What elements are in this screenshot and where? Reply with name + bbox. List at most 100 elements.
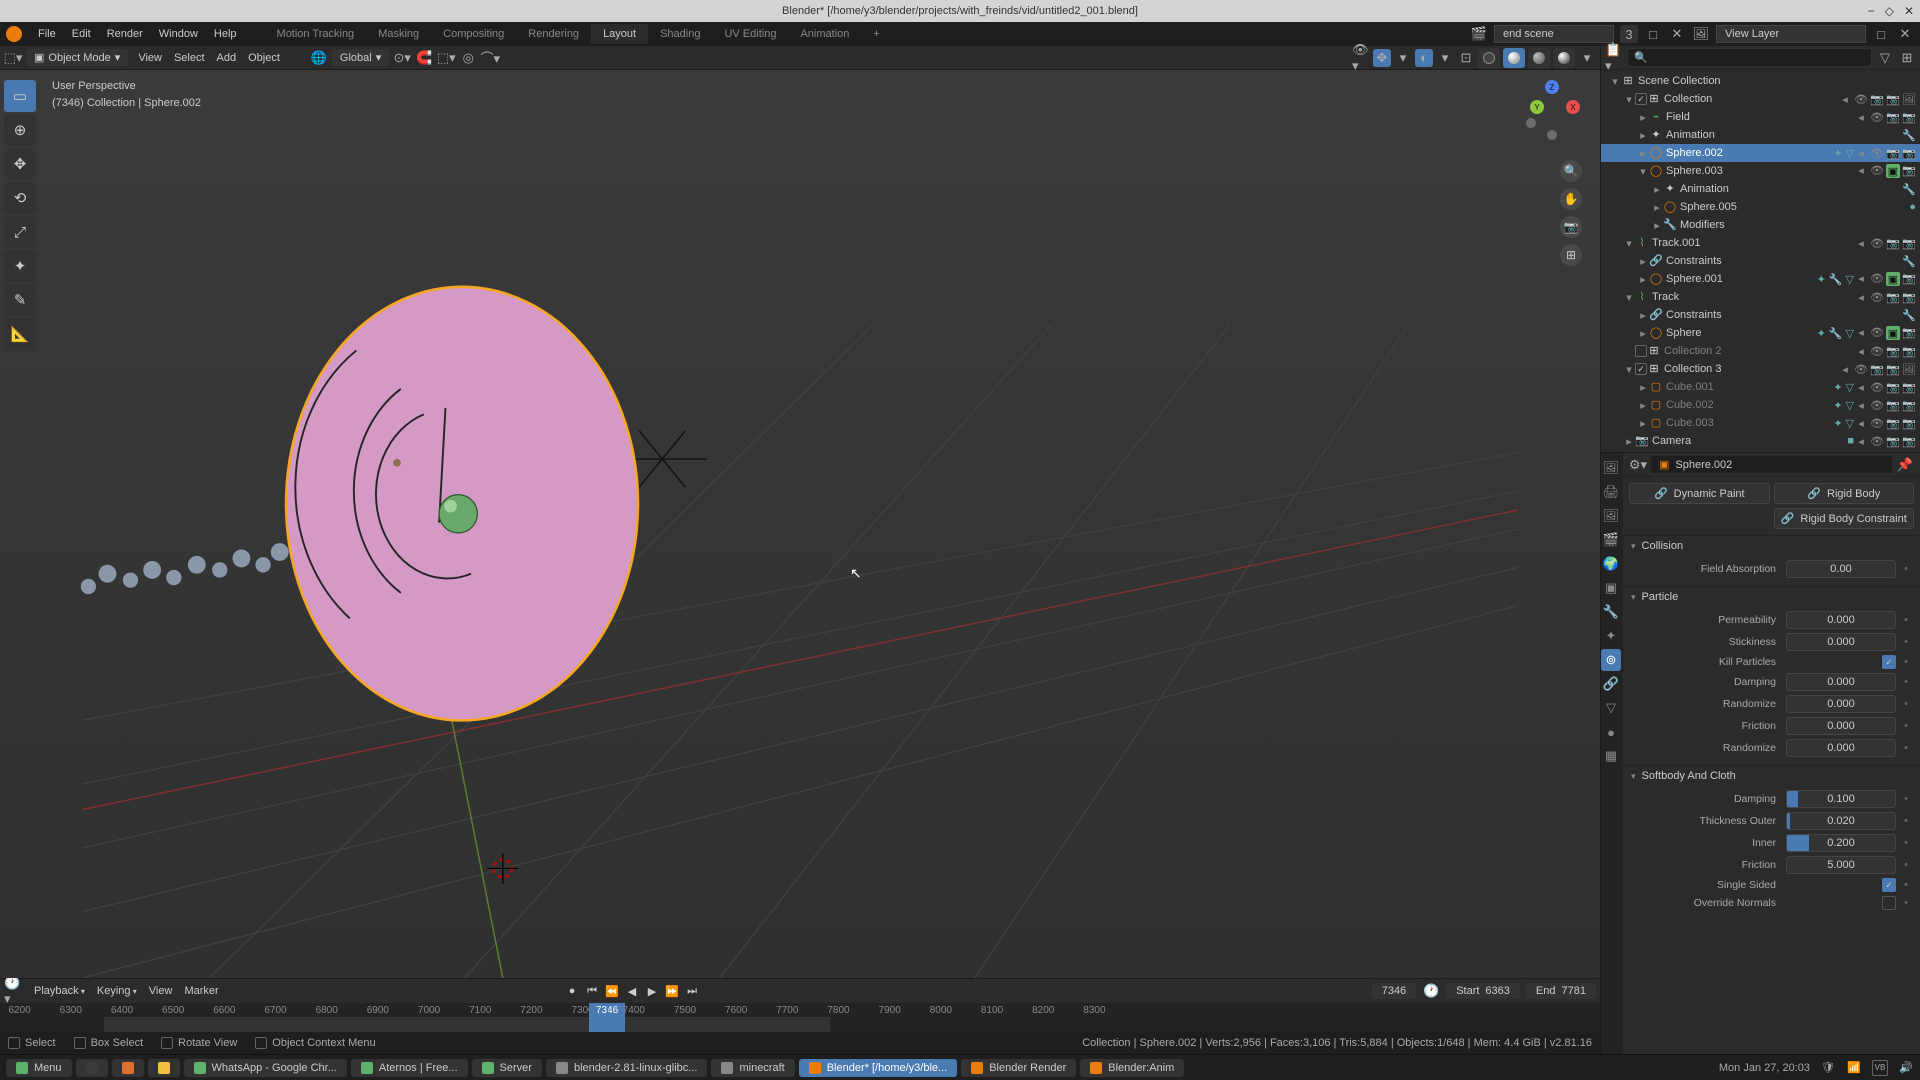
outliner-item-sphere-005[interactable]: ▸◯Sphere.005● [1601,198,1920,216]
outliner-item-sphere-003[interactable]: ▾◯Sphere.003◂👁▣📷 [1601,162,1920,180]
tree-expander-icon[interactable]: ▸ [1637,309,1649,322]
properties-tab-texture[interactable]: ▦ [1601,745,1621,767]
field-field-absorption-input[interactable]: 0.00 [1786,560,1896,578]
disable-viewport-icon[interactable]: ▣ [1886,326,1900,340]
animate-property-icon[interactable]: • [1902,793,1910,805]
tree-expander-icon[interactable]: ▸ [1637,129,1649,142]
field-friction-input[interactable]: 0.000 [1786,717,1896,735]
outliner-item-scene-collection[interactable]: ▾⊞Scene Collection [1601,72,1920,90]
animate-property-icon[interactable]: • [1902,837,1910,849]
tray-keyboard-icon[interactable]: VB [1872,1060,1888,1076]
jump-next-keyframe-icon[interactable]: ⏩ [663,982,681,1000]
outliner-item-sphere[interactable]: ▸◯Sphere✦🔧▽◂👁▣📷 [1601,324,1920,342]
properties-tab-object[interactable]: ▣ [1601,577,1621,599]
tree-expander-icon[interactable]: ▸ [1623,435,1635,448]
shading-rendered-icon[interactable] [1553,48,1575,68]
taskbar-item-blender-anim[interactable]: Blender:Anim [1080,1059,1184,1077]
disable-render-icon[interactable]: 📷 [1902,272,1916,286]
exclude-icon[interactable]: ◂ [1854,164,1868,178]
workspace-tab-rendering[interactable]: Rendering [516,24,591,44]
taskbar-item-blender-render[interactable]: Blender Render [961,1059,1076,1077]
tool-rotate[interactable]: ⟲ [4,182,36,214]
gizmo-toggle-icon[interactable]: ✥ [1373,49,1391,67]
workspace-tab-motion-tracking[interactable]: Motion Tracking [265,24,367,44]
disable-render-icon[interactable]: 📷 [1902,164,1916,178]
new-scene-icon[interactable]: □ [1644,25,1662,43]
workspace-tab-compositing[interactable]: Compositing [431,24,516,44]
hide-viewport-icon[interactable]: 👁 [1870,381,1884,394]
play-reverse-icon[interactable]: ◀ [623,982,641,1000]
field-single-sided-checkbox[interactable]: ✓ [1882,878,1896,892]
viewlayer-icon[interactable]: 🖼 [1692,25,1710,43]
tree-expander-icon[interactable]: ▸ [1637,273,1649,286]
disable-render-icon[interactable]: 📷 [1902,147,1916,160]
exclude-icon[interactable]: ◂ [1854,111,1868,124]
panel-header-collision[interactable]: Collision [1623,536,1920,556]
outliner-item-animation[interactable]: ▸✦Animation🔧 [1601,180,1920,198]
viewlayer-input[interactable] [1716,25,1866,43]
field-override-normals-checkbox[interactable] [1882,896,1896,910]
field-friction-input[interactable]: 5.000 [1786,856,1896,874]
proportional-edit-icon[interactable]: ◎ [459,49,477,67]
shading-options-dropdown[interactable]: ▾ [1578,49,1596,67]
minimize-icon[interactable]: − [1868,4,1875,18]
animate-property-icon[interactable]: • [1902,636,1910,648]
tool-move[interactable]: ✥ [4,148,36,180]
disable-viewport-icon[interactable]: ▣ [1886,164,1900,178]
exclude-icon[interactable]: ◂ [1854,237,1868,250]
outliner-search-input[interactable]: 🔍 [1627,48,1872,67]
animate-property-icon[interactable]: • [1902,815,1910,827]
exclude-icon[interactable]: ◂ [1838,93,1852,106]
workspace-tab-animation[interactable]: Animation [788,24,861,44]
collection-enable-checkbox[interactable]: ✓ [1635,93,1647,105]
editor-type-icon[interactable]: ⬚▾ [4,49,22,67]
object-visibility-dropdown[interactable]: 👁▾ [1352,49,1370,67]
shading-solid-icon[interactable] [1503,48,1525,68]
transform-orientation-dropdown[interactable]: Global ▾ [332,49,389,66]
hide-viewport-icon[interactable]: 👁 [1854,363,1868,376]
tree-expander-icon[interactable]: ▸ [1637,417,1649,430]
animate-property-icon[interactable]: • [1902,742,1910,754]
new-viewlayer-icon[interactable]: □ [1872,25,1890,43]
camera-view-icon[interactable]: 📷 [1560,216,1582,238]
field-randomize-input[interactable]: 0.000 [1786,695,1896,713]
timeline-menu-playback[interactable]: Playback ▾ [28,983,91,999]
disable-viewport-icon[interactable]: 📷 [1870,93,1884,106]
maximize-icon[interactable]: ◇ [1885,4,1894,18]
tree-expander-icon[interactable]: ▾ [1623,363,1635,376]
disable-render-icon[interactable]: 📷 [1902,399,1916,412]
taskbar-item-blender-home-y3-ble-[interactable]: Blender* [/home/y3/ble... [799,1059,957,1077]
disable-viewport-icon[interactable]: ▣ [1886,272,1900,286]
disable-render-icon[interactable]: 📷 [1902,345,1916,358]
exclude-icon[interactable]: ◂ [1854,435,1868,448]
taskbar-item-icon[interactable] [76,1059,108,1077]
exclude-icon[interactable]: ◂ [1854,147,1868,160]
field-inner-input[interactable]: 0.200 [1786,834,1896,852]
snap-icon[interactable]: 🧲 [415,49,433,67]
outliner-item-animation[interactable]: ▸✦Animation🔧 [1601,126,1920,144]
tool-select-box[interactable]: ▭ [4,80,36,112]
hide-viewport-icon[interactable]: 👁 [1870,345,1884,358]
hide-viewport-icon[interactable]: 👁 [1870,435,1884,448]
tree-expander-icon[interactable]: ▾ [1623,291,1635,304]
properties-tab-data[interactable]: ▽ [1601,697,1621,719]
holdout-icon[interactable]: 🖼 [1902,363,1916,376]
properties-tab-material[interactable]: ● [1601,721,1621,743]
start-frame-input[interactable]: Start6363 [1446,983,1520,999]
play-icon[interactable]: ▶ [643,982,661,1000]
tool-annotate[interactable]: ✎ [4,284,36,316]
navigation-gizmo[interactable]: Z Y X [1522,80,1582,140]
hide-viewport-icon[interactable]: 👁 [1870,272,1884,286]
viewport-menu-add[interactable]: Add [211,50,243,66]
field-permeability-input[interactable]: 0.000 [1786,611,1896,629]
tree-expander-icon[interactable]: ▾ [1609,75,1621,88]
overlays-toggle-icon[interactable]: ◐ [1415,49,1433,67]
tree-expander-icon[interactable]: ▸ [1651,219,1663,232]
close-icon[interactable]: ✕ [1904,4,1914,18]
timeline-menu-keying[interactable]: Keying ▾ [91,983,143,999]
scene-icon[interactable]: 🎬 [1470,25,1488,43]
collection-enable-checkbox[interactable]: ✓ [1635,363,1647,375]
tree-expander-icon[interactable]: ▾ [1623,93,1635,106]
outliner-item-track[interactable]: ▾⌇Track◂👁📷📷 [1601,288,1920,306]
animate-property-icon[interactable]: • [1902,879,1910,891]
